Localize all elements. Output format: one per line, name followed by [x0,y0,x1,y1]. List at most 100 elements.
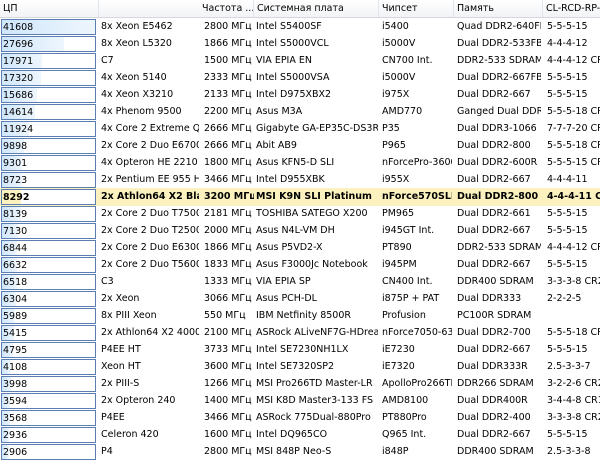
cpu-cell: 2x Core 2 Duo T2500 [101,225,199,236]
score-bar: 9301 [1,155,96,171]
table-row[interactable]: 7130 2x Core 2 Duo T2500 2000 МГц Asus N4L-… [0,222,600,240]
score-value: 41608 [3,22,34,33]
table-row[interactable]: 9898 2x Core 2 Duo E6700 2666 МГц Abit AB9 P… [0,137,600,155]
score-value: 6632 [3,260,28,271]
memory-cell: Dual DDR2-700 [457,327,531,338]
cpu-cell: 2x Core 2 Duo E6700 [101,140,199,151]
chipset-cell: i5400 [382,21,409,32]
column-header-clock[interactable]: Частота ... [199,0,254,17]
table-row[interactable]: 14614 4x Phenom 9500 2200 МГц Asus M3A AMD77… [0,103,600,121]
motherboard-cell: ASRock ALiveNF7G-HDrea... [256,327,378,338]
clock-cell: 3600 МГц [204,361,252,372]
column-header-memory[interactable]: Память [454,0,543,17]
memory-cell: Dual DDR2-667 [457,225,531,236]
column-header-cpu[interactable]: ЦП [0,0,99,17]
chipset-cell: P35 [382,123,400,134]
score-bar: 2906 [1,444,96,460]
motherboard-cell: MSI K8D Master3-133 FS [256,395,374,406]
motherboard-cell: ASRock 775Dual-880Pro [256,412,371,423]
table-row[interactable]: 3568 P4EE 3466 МГц ASRock 775Dual-880Pro PT8… [0,409,600,427]
timing-cell: 5-5-5-15 [547,429,588,440]
motherboard-cell: VIA EPIA EN [256,55,312,66]
table-row[interactable]: 6632 2x Core 2 Duo T5600 1833 МГц Asus F300… [0,256,600,274]
motherboard-cell: Intel SE7230NH1LX [256,344,349,355]
score-value: 4108 [3,362,28,373]
memory-cell: Dual DDR2-667 [457,429,531,440]
table-row[interactable]: 2936 Celeron 420 1600 МГц Intel DQ965CO Q965… [0,426,600,444]
timing-cell: 5-5-5-18 CR2 [547,106,600,117]
clock-cell: 1266 МГц [204,378,252,389]
table-row[interactable]: 6304 2x Xeon 3066 МГц Asus PCH-DL i875P + PA… [0,290,600,308]
timing-cell: 5-5-5-15 [547,344,588,355]
table-row[interactable]: 17971 C7 1500 МГц VIA EPIA EN CN700 Int. DDR2… [0,52,600,70]
score-value: 14614 [3,107,34,118]
cpu-cell: 4x Phenom 9500 [101,106,182,117]
score-bar: 17320 [1,70,96,86]
table-row[interactable]: 41608 8x Xeon E5462 2800 МГц Intel S5400SF i… [0,18,600,36]
clock-cell: 2133 МГц [204,89,252,100]
table-row[interactable]: 3998 2x PIII-S 1266 МГц MSI Pro266TD Master… [0,375,600,393]
table-row[interactable]: 8723 2x Pentium EE 955 HT 3466 МГц Intel D9… [0,171,600,189]
chipset-cell: i5000V [382,38,416,49]
timing-cell: 5-5-5-15 [547,208,588,219]
chipset-cell: P965 [382,140,406,151]
cpu-cell: 4x Core 2 Extreme QX... [101,123,199,134]
score-bar: 6632 [1,257,96,273]
memory-cell: Dual DDR2-600R [457,157,538,168]
memory-cell: Quad DDR2-640FB [457,21,541,32]
cpu-cell: P4 [101,446,113,457]
table-row[interactable]: 27696 8x Xeon L5320 1866 МГц Intel S5000VCL… [0,35,600,53]
memory-cell: Dual DDR2-661 [457,208,531,219]
table-row[interactable]: 15686 4x Xeon X3210 2133 МГц Intel D975XBX2… [0,86,600,104]
score-value: 17320 [3,73,34,84]
table-row[interactable]: 2906 P4 2800 МГц MSI 848P Neo-S i848P DDR400 … [0,443,600,461]
timing-cell: 5-5-5-18 CR2 [547,140,600,151]
clock-cell: 1400 МГц [204,395,252,406]
score-value: 3998 [3,379,28,390]
motherboard-cell: MSI Pro266TD Master-LR [256,378,373,389]
table-row[interactable]: 17320 4x Xeon 5140 2333 МГц Intel S5000VSA i… [0,69,600,87]
score-bar: 6844 [1,240,96,256]
memory-cell: Dual DDR2-667 [457,89,531,100]
memory-cell: Ganged Dual DDR... [457,106,541,117]
cpu-cell: 2x Core 2 Duo T7500 [101,208,199,219]
score-value: 9898 [3,141,28,152]
memory-cell: Dual DDR2-667 [457,344,531,355]
motherboard-cell: IBM Netfinity 8500R [256,310,351,321]
table-row[interactable]: 5989 8x PIII Xeon 550 МГц IBM Netfinity 850… [0,307,600,325]
chipset-cell: i875P + PAT [382,293,440,304]
timing-cell: 3-2-2-6 CR2 [547,378,600,389]
clock-cell: 2000 МГц [204,225,252,236]
motherboard-cell: Asus N4L-VM DH [256,225,335,236]
cpu-cell: 2x Core 2 Duo E6300 [101,242,199,253]
table-row[interactable]: 4108 Xeon HT 3600 МГц Intel SE7320SP2 iE7320… [0,358,600,376]
clock-cell: 1600 МГц [204,429,252,440]
table-row[interactable]: 5415 2x Athlon64 X2 4000+ 2100 МГц ASRock A… [0,324,600,342]
motherboard-cell: Intel D955XBK [256,174,325,185]
column-header-chipset[interactable]: Чипсет [379,0,454,17]
timing-cell: 4-4-4-11 CR1 [547,191,600,202]
score-bar: 17971 [1,53,96,69]
chipset-cell: PT880Pro [382,412,427,423]
motherboard-cell: MSI K9N SLI Platinum [256,191,372,202]
table-row[interactable]: 3594 2x Opteron 240 1400 МГц MSI K8D Master… [0,392,600,410]
cpu-cell: 8x PIII Xeon [101,310,157,321]
chipset-cell: i955X [382,174,410,185]
cpu-cell: P4EE [101,412,125,423]
table-row[interactable]: 6518 C3 1333 МГц VIA EPIA SP CN400 Int. DDR40… [0,273,600,291]
chipset-cell: CN700 Int. [382,55,433,66]
column-header-motherboard[interactable]: Системная плата [254,0,379,17]
score-bar: 3568 [1,410,96,426]
score-value: 8139 [3,209,28,220]
table-row[interactable]: 8139 2x Core 2 Duo T7500 2181 МГц TOSHIBA S… [0,205,600,223]
motherboard-cell: Intel D975XBX2 [256,89,332,100]
clock-cell: 3466 МГц [204,174,252,185]
score-bar: 3998 [1,376,96,392]
table-row[interactable]: 9301 4x Opteron HE 2210 1800 МГц Asus KFN5-… [0,154,600,172]
table-row[interactable]: 8292 2x Athlon64 X2 Black ... 3200 МГцMSI … [0,188,600,206]
table-row[interactable]: 4795 P4EE HT 3733 МГц Intel SE7230NH1LX iE72… [0,341,600,359]
cpu-cell: 2x Athlon64 X2 Black ... [101,191,199,202]
table-row[interactable]: 6844 2x Core 2 Duo E6300 1866 МГц Asus P5VD… [0,239,600,257]
column-header-timings[interactable]: CL-RCD-RP-R... [543,0,600,17]
table-row[interactable]: 11924 4x Core 2 Extreme QX... 2666 МГц Giga… [0,120,600,138]
